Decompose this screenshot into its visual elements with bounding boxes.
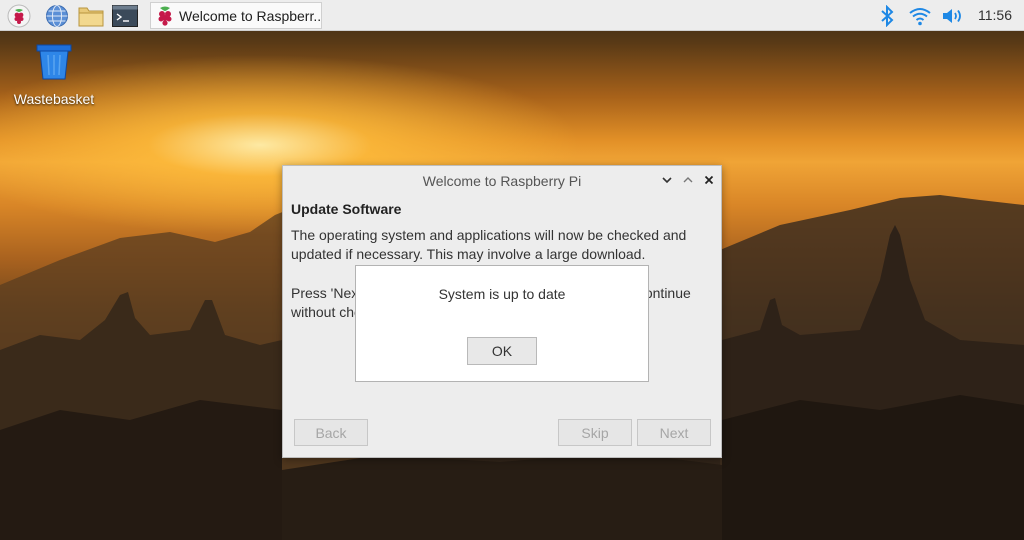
terminal-icon[interactable] (112, 3, 138, 29)
desktop-icon-wastebasket[interactable]: Wastebasket (10, 42, 98, 107)
wifi-icon[interactable] (907, 3, 933, 29)
taskbar: Welcome to Raspberr... 11:56 (0, 0, 1024, 31)
chevron-down-icon[interactable] (659, 172, 675, 188)
taskbar-window-label: Welcome to Raspberr... (179, 7, 321, 24)
section-title: Update Software (291, 201, 402, 217)
file-manager-icon[interactable] (78, 3, 104, 29)
bluetooth-icon[interactable] (874, 3, 900, 29)
desktop-icon-label: Wastebasket (13, 91, 95, 107)
clock[interactable]: 11:56 (978, 7, 1012, 23)
raspberry-icon (155, 5, 175, 27)
volume-icon[interactable] (940, 3, 966, 29)
dialog-titlebar[interactable]: Welcome to Raspberry Pi (283, 166, 721, 194)
back-button[interactable]: Back (294, 419, 368, 446)
close-icon[interactable] (701, 172, 717, 188)
web-browser-icon[interactable] (44, 3, 70, 29)
raspberry-menu-icon[interactable] (6, 3, 32, 29)
popup-message: System is up to date (438, 286, 566, 302)
desktop: Welcome to Raspberr... 11:56 Wastebasket… (0, 0, 1024, 540)
wastebasket-icon (34, 42, 74, 87)
update-description: The operating system and applications wi… (291, 227, 687, 262)
up-to-date-popup: System is up to date OK (355, 265, 649, 382)
next-button[interactable]: Next (637, 419, 711, 446)
chevron-up-icon[interactable] (680, 172, 696, 188)
ok-button[interactable]: OK (467, 337, 537, 365)
skip-button[interactable]: Skip (558, 419, 632, 446)
taskbar-window-button[interactable]: Welcome to Raspberr... (150, 2, 322, 29)
dialog-title: Welcome to Raspberry Pi (422, 173, 582, 189)
